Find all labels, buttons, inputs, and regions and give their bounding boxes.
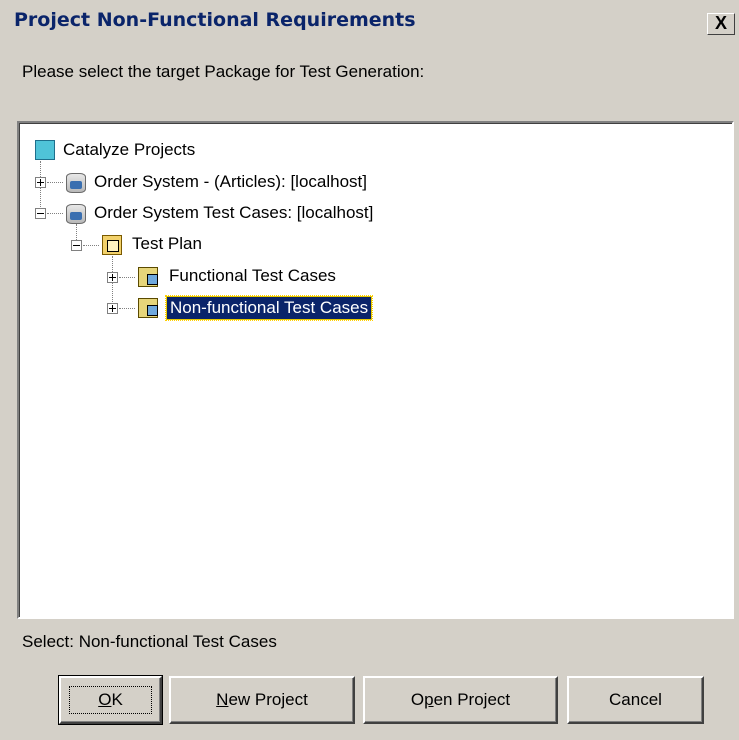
collapse-toggle-test-plan[interactable] xyxy=(71,240,82,251)
tree-connector xyxy=(119,277,135,279)
selection-status: Select: Non-functional Test Cases xyxy=(22,632,277,651)
tree-connector xyxy=(119,308,135,310)
tree-item-non-functional-test-cases[interactable]: Non-functional Test Cases xyxy=(164,295,374,321)
open-project-button[interactable]: Open Project xyxy=(363,676,558,724)
tree-connector xyxy=(47,213,63,215)
tree-item-order-system-test-cases[interactable]: Order System Test Cases: [localhost] xyxy=(94,202,373,224)
project-icon xyxy=(35,140,55,160)
tree-item-order-system-articles[interactable]: Order System - (Articles): [localhost] xyxy=(94,171,367,193)
ok-button[interactable]: OK xyxy=(58,675,163,725)
new-project-label: New Project xyxy=(216,690,308,710)
title-bar: Project Non-Functional Requirements X xyxy=(0,0,739,40)
tree-connector xyxy=(83,245,99,247)
open-project-label-rest: en Project xyxy=(433,690,511,709)
new-project-button[interactable]: New Project xyxy=(169,676,355,724)
package-icon xyxy=(102,235,122,255)
instruction-text: Please select the target Package for Tes… xyxy=(22,62,425,81)
tree-item-test-plan[interactable]: Test Plan xyxy=(132,233,202,255)
close-icon: X xyxy=(714,13,727,33)
expand-toggle-non-functional-test-cases[interactable] xyxy=(107,303,118,314)
cancel-label: Cancel xyxy=(609,690,662,709)
focus-ring xyxy=(69,686,152,714)
tree-connector xyxy=(47,182,63,184)
close-button[interactable]: X xyxy=(707,13,735,35)
test-case-package-icon xyxy=(138,267,158,287)
open-project-mnemonic: p xyxy=(424,690,434,709)
cancel-button[interactable]: Cancel xyxy=(567,676,704,724)
database-icon xyxy=(66,173,86,193)
package-tree[interactable]: Catalyze Projects Order System - (Articl… xyxy=(17,121,734,619)
open-project-label-pre: O xyxy=(410,690,425,709)
test-case-package-icon xyxy=(138,298,158,318)
expand-toggle-functional-test-cases[interactable] xyxy=(107,272,118,283)
new-project-label-rest: ew Project xyxy=(228,690,308,709)
open-project-label: Open Project xyxy=(411,690,510,710)
dialog-title: Project Non-Functional Requirements xyxy=(14,9,416,31)
database-icon xyxy=(66,204,86,224)
new-project-mnemonic: N xyxy=(216,690,229,709)
tree-item-functional-test-cases[interactable]: Functional Test Cases xyxy=(169,265,336,287)
tree-root-label[interactable]: Catalyze Projects xyxy=(63,139,195,161)
collapse-toggle-order-system-test-cases[interactable] xyxy=(35,208,46,219)
expand-toggle-order-system-articles[interactable] xyxy=(35,177,46,188)
